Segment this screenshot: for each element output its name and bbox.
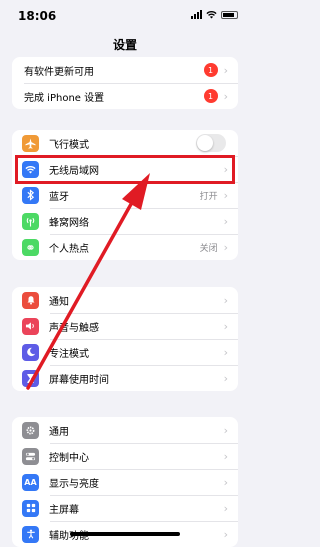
annotation-arrow (26, 173, 150, 390)
home-indicator (70, 532, 180, 536)
